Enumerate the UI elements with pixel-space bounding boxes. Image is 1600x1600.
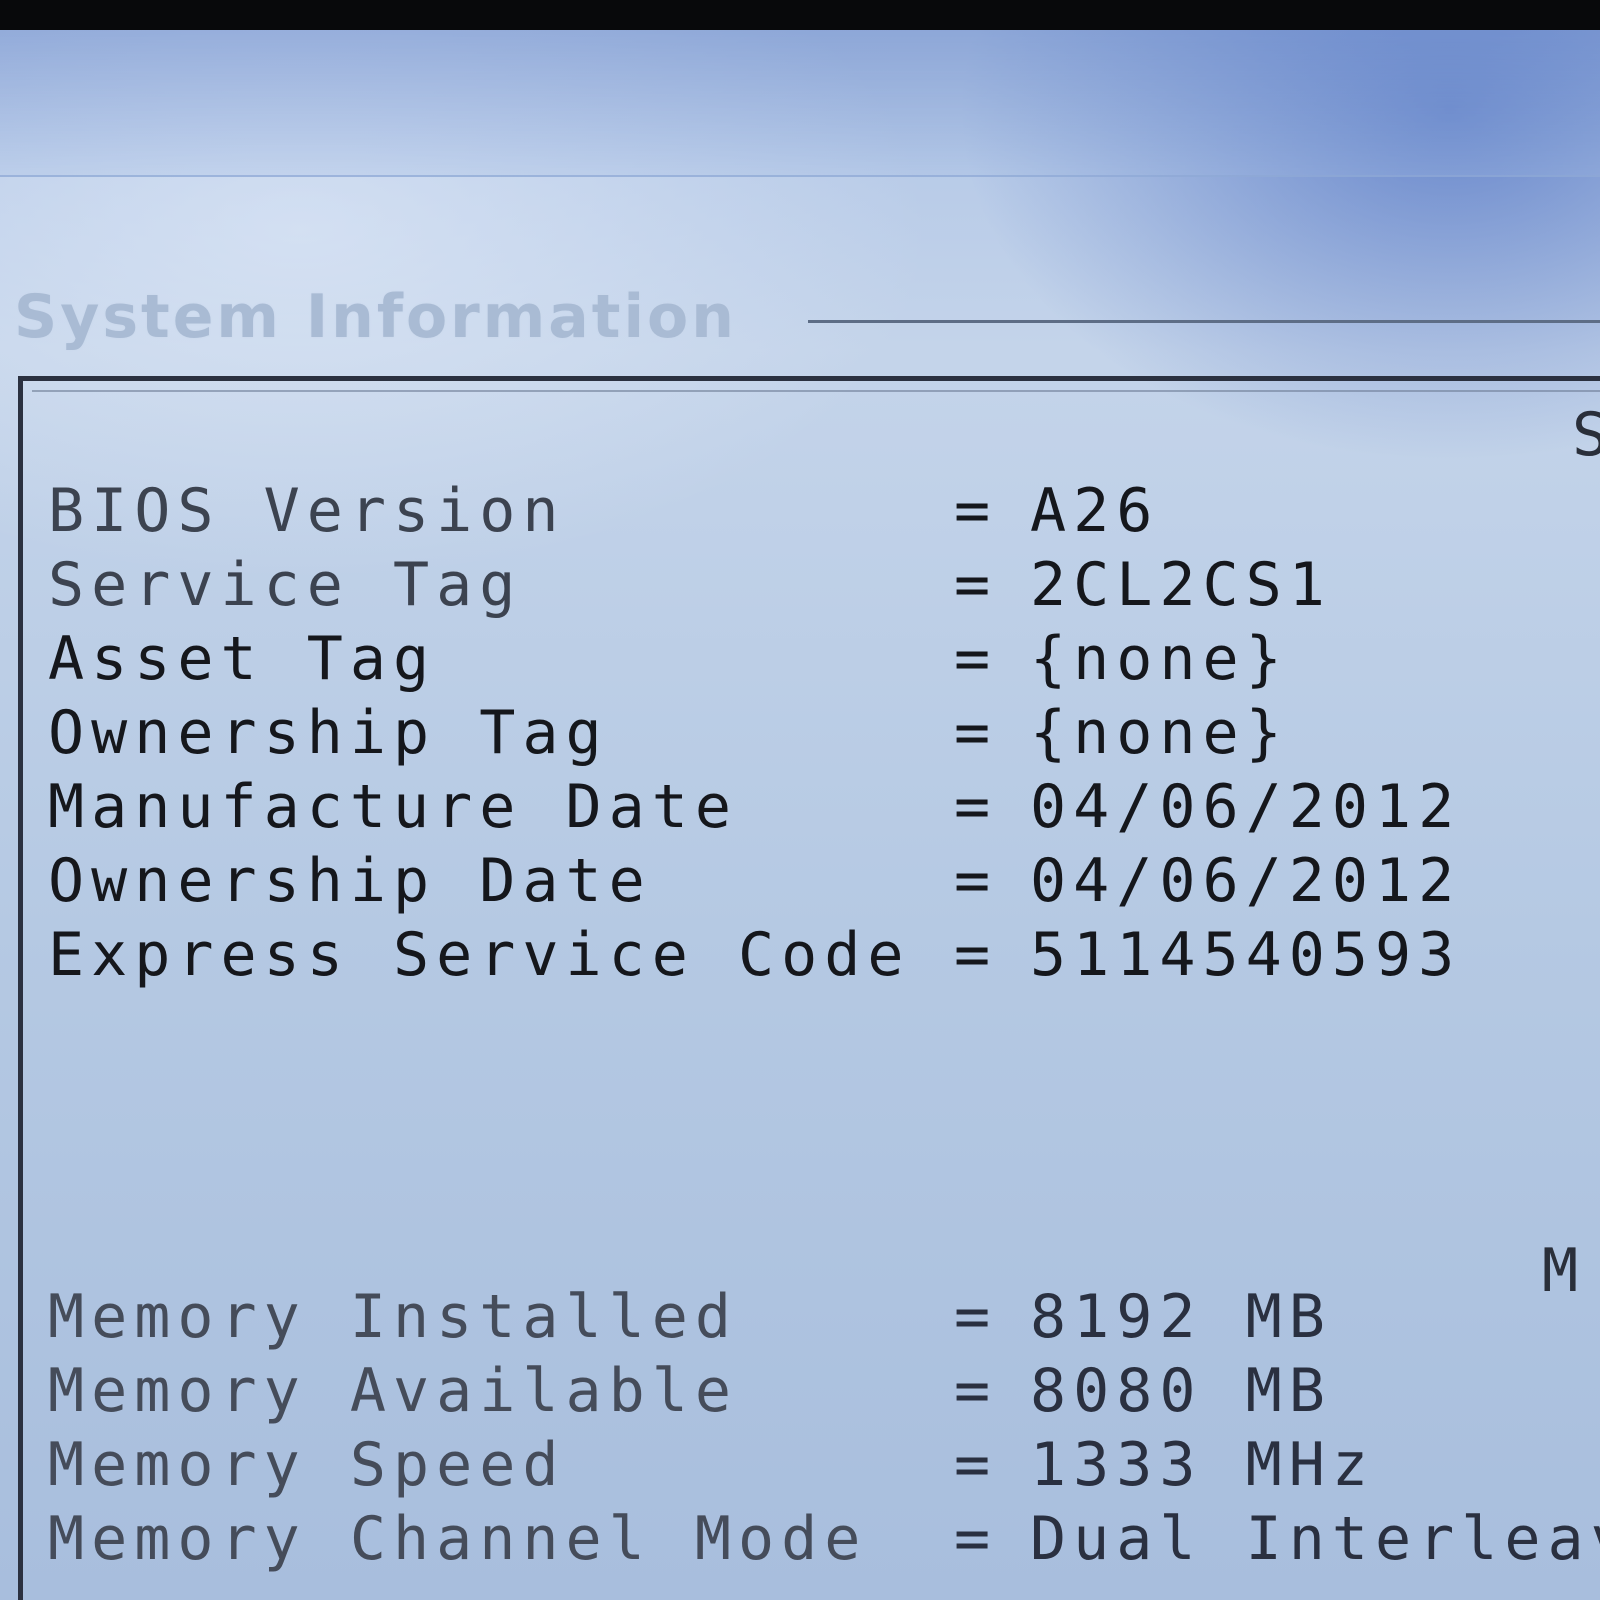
section-title: System Information <box>14 282 737 352</box>
row-service-tag: Service Tag = 2CL2CS1 <box>48 550 1600 622</box>
row-label: Ownership Date <box>48 846 652 916</box>
row-value: A26 <box>1030 476 1160 546</box>
row-label: Express Service Code <box>48 920 911 990</box>
row-separator: = <box>954 624 998 694</box>
row-separator: = <box>954 846 998 916</box>
row-ownership-date: Ownership Date = 04/06/2012 <box>48 846 1600 918</box>
row-separator: = <box>954 550 998 620</box>
row-value: 8080 MB <box>1030 1356 1332 1426</box>
row-manufacture-date: Manufacture Date = 04/06/2012 <box>48 772 1600 844</box>
row-asset-tag: Asset Tag = {none} <box>48 624 1600 696</box>
row-label: Memory Speed <box>48 1430 566 1500</box>
row-memory-speed: Memory Speed = 1333 MHz <box>48 1430 1600 1502</box>
row-value: 8192 MB <box>1030 1282 1332 1352</box>
row-separator: = <box>954 1430 998 1500</box>
row-label: BIOS Version <box>48 476 566 546</box>
row-value: Dual Interleave <box>1030 1504 1600 1574</box>
row-ownership-tag: Ownership Tag = {none} <box>48 698 1600 770</box>
row-value: 04/06/2012 <box>1030 772 1462 842</box>
row-value: 04/06/2012 <box>1030 846 1462 916</box>
row-bios-version: BIOS Version = A26 <box>48 476 1600 548</box>
row-label: Manufacture Date <box>48 772 738 842</box>
row-value: 1333 MHz <box>1030 1430 1375 1500</box>
row-separator: = <box>954 1504 998 1574</box>
row-value: {none} <box>1030 624 1289 694</box>
row-separator: = <box>954 1282 998 1352</box>
row-label: Memory Channel Mode <box>48 1504 868 1574</box>
row-label: Asset Tag <box>48 624 437 694</box>
row-value: {none} <box>1030 698 1289 768</box>
row-separator: = <box>954 772 998 842</box>
row-separator: = <box>954 476 998 546</box>
row-label: Memory Available <box>48 1356 738 1426</box>
monitor-bezel <box>0 0 1600 30</box>
cut-off-heading-right: S <box>1572 400 1600 470</box>
row-label: Memory Installed <box>48 1282 738 1352</box>
row-label: Ownership Tag <box>48 698 609 768</box>
row-value: 5114540593 <box>1030 920 1462 990</box>
header-band <box>0 30 1600 177</box>
row-memory-available: Memory Available = 8080 MB <box>48 1356 1600 1428</box>
row-separator: = <box>954 698 998 768</box>
row-value: 2CL2CS1 <box>1030 550 1332 620</box>
title-divider <box>808 320 1600 323</box>
row-memory-installed: Memory Installed = 8192 MB <box>48 1282 1600 1354</box>
row-separator: = <box>954 920 998 990</box>
row-label: Service Tag <box>48 550 523 620</box>
row-separator: = <box>954 1356 998 1426</box>
row-memory-channel-mode: Memory Channel Mode = Dual Interleave <box>48 1504 1600 1576</box>
row-express-service-code: Express Service Code = 5114540593 <box>48 920 1600 992</box>
